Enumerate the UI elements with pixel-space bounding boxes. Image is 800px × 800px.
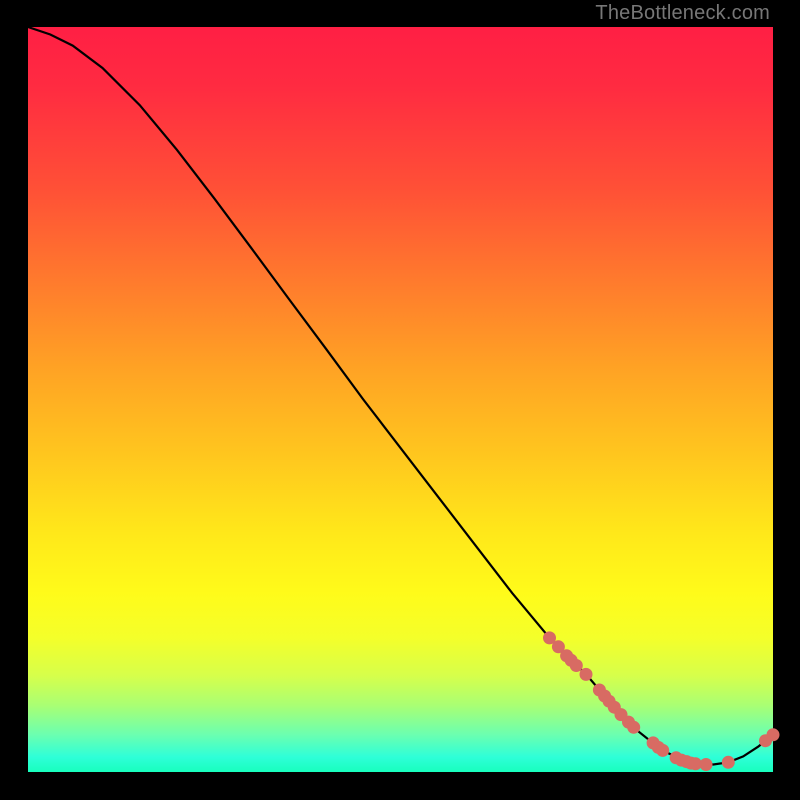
data-point-marker: [700, 758, 713, 771]
data-point-marker: [767, 728, 780, 741]
data-point-marker: [722, 756, 735, 769]
chart-svg: [28, 27, 773, 772]
chart-markers: [543, 631, 780, 771]
chart-curve: [28, 27, 773, 765]
data-point-marker: [627, 721, 640, 734]
watermark-text: TheBottleneck.com: [595, 2, 770, 25]
data-point-marker: [580, 668, 593, 681]
chart-plot-area: [28, 27, 773, 772]
data-point-marker: [570, 659, 583, 672]
data-point-marker: [656, 744, 669, 757]
